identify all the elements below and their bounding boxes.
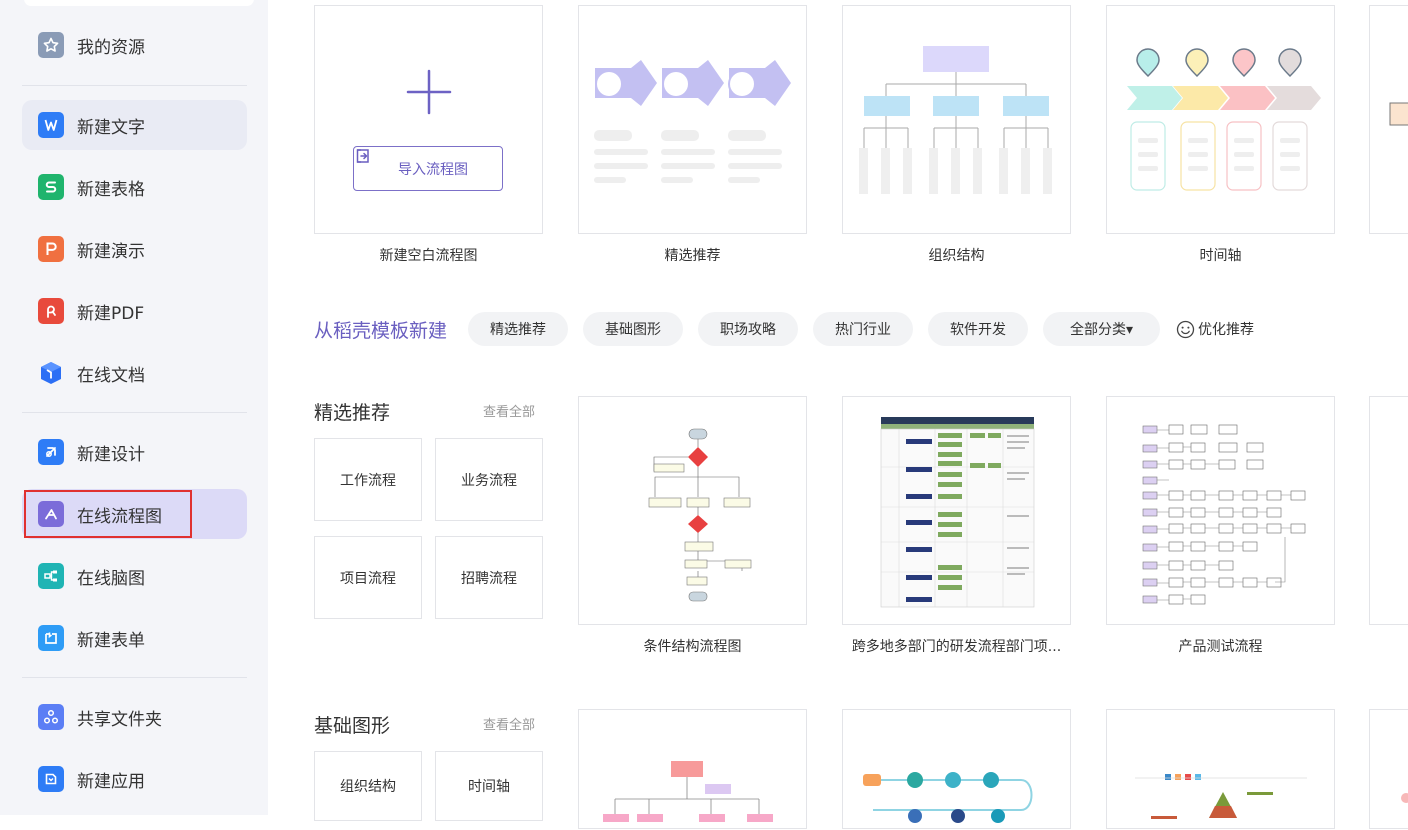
basic-timeline-thumbnail [863,772,1033,823]
sidebar-item-new-spreadsheet[interactable]: 新建表格 [22,162,247,212]
basic-card-timeline[interactable] [842,709,1071,829]
writer-icon [38,112,64,138]
chip-featured[interactable]: 精选推荐 [468,312,568,346]
template-caption-conditional-flow: 条件结构流程图 [643,639,742,655]
partial-template-card[interactable] [1369,396,1408,625]
sidebar-item-label: 新建PDF [77,303,145,324]
chip-software-dev[interactable]: 软件开发 [928,312,1028,346]
basic-card-org[interactable] [578,709,807,829]
pdf-icon [38,298,64,324]
basic-pyramid-thumbnail [1135,774,1307,819]
design-icon [38,439,64,465]
featured-view-all-link[interactable]: 查看全部 [483,401,535,420]
org-structure-illustration [859,46,1052,194]
sidebar-divider [22,412,247,413]
org-structure-caption: 组织结构 [928,248,985,264]
product-testing-thumbnail [1142,424,1306,605]
sidebar-item-new-presentation[interactable]: 新建演示 [22,224,247,274]
sidebar-item-shared-folder[interactable]: 共享文件夹 [22,692,247,742]
app-icon [38,766,64,792]
partial-card[interactable] [1369,5,1408,234]
featured-section-title: 精选推荐 [314,402,391,424]
flowchart-icon [38,501,64,527]
basic-section-title: 基础图形 [314,715,391,737]
template-card-cross-dept-rd[interactable] [842,396,1071,625]
mini-recruitment-process[interactable]: 招聘流程 [435,536,543,619]
sidebar-item-my-resources[interactable]: 我的资源 [22,20,247,70]
sidebar-item-new-pdf[interactable]: 新建PDF [22,286,247,336]
template-caption-cross-dept-rd: 跨多地多部门的研发流程部门项... [851,639,1062,655]
chip-hot-industries[interactable]: 热门行业 [813,312,913,346]
sidebar-item-new-design[interactable]: 新建设计 [22,427,247,477]
sidebar-item-new-form[interactable]: 新建表单 [22,613,247,663]
sidebar-item-label: 新建表格 [77,179,145,200]
conditional-flow-thumbnail [648,428,752,602]
org-structure-card[interactable] [842,5,1071,234]
partial-card-illustration [1389,102,1408,126]
sidebar-divider [22,85,247,86]
sidebar-item-label: 我的资源 [77,37,145,58]
import-flowchart-button[interactable]: 导入流程图 [353,146,503,191]
sidebar-item-label: 在线脑图 [77,568,145,589]
sidebar-item-label: 新建表单 [77,630,145,651]
share-folder-icon [38,704,64,730]
import-button-label: 导入流程图 [398,161,468,178]
sidebar-item-label: 新建演示 [77,241,145,262]
smile-icon [1176,320,1195,339]
template-card-conditional-flow[interactable] [578,396,807,625]
sidebar-item-online-flowchart[interactable]: 在线流程图 [22,489,247,539]
cross-dept-thumbnail [880,417,1035,608]
template-card-product-testing[interactable] [1106,396,1335,625]
template-caption-product-testing: 产品测试流程 [1178,639,1263,655]
sidebar-item-label: 新建应用 [77,771,145,792]
chip-workplace[interactable]: 职场攻略 [698,312,798,346]
featured-illustration [594,60,791,183]
basic-view-all-link[interactable]: 查看全部 [483,714,535,733]
sidebar-top-strip [24,0,254,6]
online-doc-icon [38,360,64,386]
featured-card[interactable] [578,5,807,234]
sidebar-item-new-app[interactable]: 新建应用 [22,754,247,804]
mindmap-icon [38,563,64,589]
sidebar-divider [22,677,247,678]
sidebar-item-online-mindmap[interactable]: 在线脑图 [22,551,247,601]
sidebar-item-new-writer[interactable]: 新建文字 [22,100,247,150]
mini-work-process[interactable]: 工作流程 [314,438,422,521]
timeline-caption: 时间轴 [1199,248,1242,264]
mini-project-process[interactable]: 项目流程 [314,536,422,619]
form-icon [38,625,64,651]
blank-flowchart-card[interactable]: 导入流程图 [314,5,543,234]
timeline-illustration [1127,48,1321,191]
sidebar-item-label: 在线流程图 [77,506,162,527]
chip-basic-shapes[interactable]: 基础图形 [583,312,683,346]
basic-org-thumbnail [603,761,773,822]
sidebar: 我的资源 新建文字 新建表格 新建演示 新建PDF 在线文档 新建设计 在线流程… [0,0,268,815]
template-section-title: 从稻壳模板新建 [314,320,448,342]
chip-all-categories[interactable]: 全部分类▾ [1043,312,1160,346]
sidebar-item-label: 新建文字 [77,117,145,138]
plus-icon [406,69,452,115]
partial-basic-card[interactable] [1369,709,1408,829]
star-icon [38,32,64,58]
mini-org-structure[interactable]: 组织结构 [314,751,422,821]
presentation-icon [38,236,64,262]
basic-card-pyramid[interactable] [1106,709,1335,829]
timeline-card[interactable] [1106,5,1335,234]
optimize-recommend-label: 优化推荐 [1198,322,1254,338]
spreadsheet-icon [38,174,64,200]
optimize-recommend-toggle[interactable]: 优化推荐 [1176,312,1254,346]
sidebar-item-label: 共享文件夹 [77,709,162,730]
sidebar-item-label: 新建设计 [77,444,145,465]
mini-timeline[interactable]: 时间轴 [435,751,543,821]
partial-basic-illustration [1401,793,1408,803]
sidebar-item-label: 在线文档 [77,365,145,386]
blank-flowchart-caption: 新建空白流程图 [379,248,478,264]
sidebar-item-online-doc[interactable]: 在线文档 [22,348,247,398]
mini-business-process[interactable]: 业务流程 [435,438,543,521]
featured-caption: 精选推荐 [664,248,721,264]
